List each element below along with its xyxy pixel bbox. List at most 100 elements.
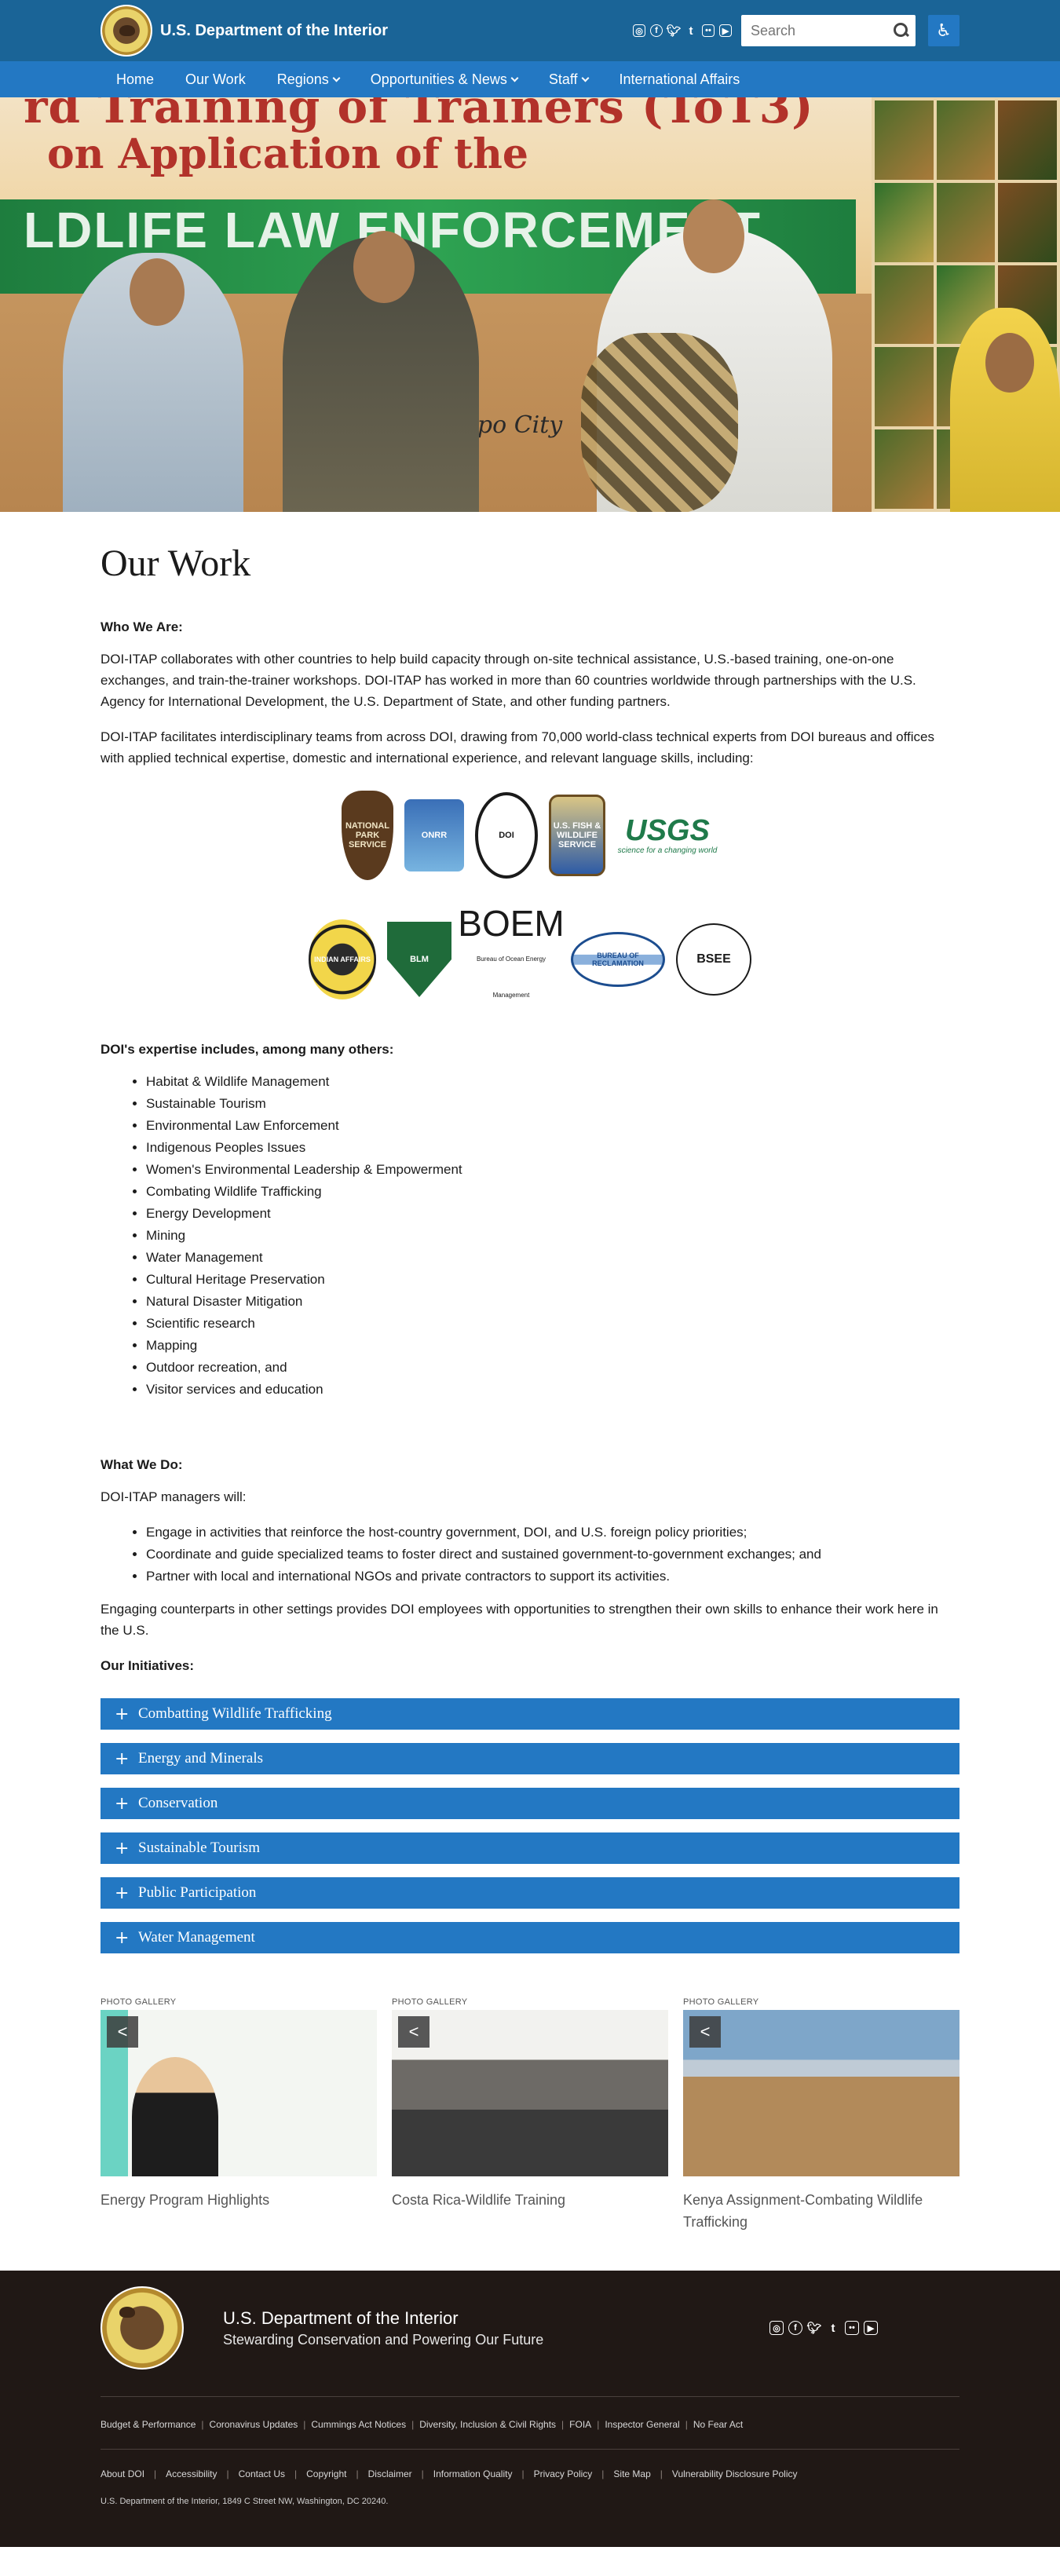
page-title: Our Work bbox=[101, 543, 251, 584]
hero-banner-line2: on Application of the bbox=[47, 130, 528, 178]
footer-links-primary: Budget & Performance | Coronavirus Update… bbox=[101, 2419, 744, 2430]
hero-person-head bbox=[130, 258, 185, 326]
footer-link[interactable]: No Fear Act bbox=[693, 2419, 743, 2430]
nav-home[interactable]: Home bbox=[101, 61, 170, 97]
bsee-logo: BSEE bbox=[676, 923, 751, 996]
nav-our-work[interactable]: Our Work bbox=[170, 61, 261, 97]
accordion-combatting-wildlife-trafficking[interactable]: + Combatting Wildlife Trafficking bbox=[101, 1698, 959, 1730]
hero-image: rd Training of Trainers (ToT3) on Applic… bbox=[0, 97, 1060, 512]
youtube-icon[interactable]: ▶ bbox=[719, 24, 732, 37]
footer-doi-seal-logo[interactable] bbox=[101, 2286, 184, 2370]
footer-link[interactable]: Cummings Act Notices bbox=[311, 2419, 406, 2430]
instagram-icon[interactable]: ◎ bbox=[769, 2321, 784, 2335]
footer-link[interactable]: Inspector General bbox=[605, 2419, 679, 2430]
nav-label: Staff bbox=[548, 71, 578, 87]
list-item: Outdoor recreation, and bbox=[146, 1357, 959, 1379]
gallery-photo[interactable]: < bbox=[101, 2010, 377, 2176]
youtube-icon[interactable]: ▶ bbox=[864, 2321, 878, 2335]
footer-link[interactable]: Site Map bbox=[613, 2468, 650, 2479]
gallery-caption[interactable]: Energy Program Highlights bbox=[101, 2189, 377, 2211]
facebook-icon[interactable]: f bbox=[788, 2321, 802, 2335]
twitter-icon[interactable]: 🐦︎ bbox=[806, 2321, 821, 2335]
list-item: Visitor services and education bbox=[146, 1379, 959, 1401]
footer-link[interactable]: Vulnerability Disclosure Policy bbox=[672, 2468, 798, 2479]
share-icon[interactable]: < bbox=[398, 2016, 429, 2048]
list-item: Combating Wildlife Trafficking bbox=[146, 1181, 959, 1203]
gallery-caption[interactable]: Kenya Assignment-Combating Wildlife Traf… bbox=[683, 2189, 959, 2233]
footer-link[interactable]: Accessibility bbox=[166, 2468, 217, 2479]
facebook-icon[interactable]: f bbox=[650, 24, 663, 37]
search-icon[interactable] bbox=[894, 23, 909, 38]
plus-icon: + bbox=[115, 1793, 130, 1814]
accordion-public-participation[interactable]: + Public Participation bbox=[101, 1877, 959, 1909]
footer-link[interactable]: Information Quality bbox=[433, 2468, 513, 2479]
boem-wordmark: BOEM bbox=[458, 903, 565, 944]
reclamation-logo: BUREAU OF RECLAMATION bbox=[571, 932, 665, 987]
list-item: Energy Development bbox=[146, 1203, 959, 1225]
footer-link[interactable]: Privacy Policy bbox=[534, 2468, 593, 2479]
twitter-icon[interactable]: 🐦︎ bbox=[666, 24, 681, 38]
plus-icon: + bbox=[115, 1704, 130, 1724]
gallery-caption[interactable]: Costa Rica-Wildlife Training bbox=[392, 2189, 668, 2211]
tumblr-icon[interactable]: t bbox=[685, 24, 697, 38]
site-footer: U.S. Department of the Interior Stewardi… bbox=[0, 2271, 1060, 2547]
chevron-down-icon bbox=[332, 74, 341, 82]
plus-icon: + bbox=[115, 1883, 130, 1903]
chevron-down-icon bbox=[581, 74, 589, 82]
footer-link[interactable]: Contact Us bbox=[239, 2468, 285, 2479]
gallery-photo[interactable]: < bbox=[392, 2010, 668, 2176]
nav-label: Home bbox=[116, 71, 155, 87]
search-input[interactable] bbox=[751, 22, 884, 39]
hero-banner-line1: rd Training of Trainers (ToT3) bbox=[24, 97, 814, 133]
instagram-icon[interactable]: ◎ bbox=[633, 24, 645, 37]
usgs-tagline: science for a changing world bbox=[617, 846, 718, 855]
footer-link[interactable]: FOIA bbox=[569, 2419, 591, 2430]
list-item: Mapping bbox=[146, 1335, 959, 1357]
footer-link[interactable]: Disclaimer bbox=[368, 2468, 412, 2479]
footer-link[interactable]: Budget & Performance bbox=[101, 2419, 196, 2430]
footer-tagline: Stewarding Conservation and Powering Our… bbox=[223, 2331, 544, 2348]
tumblr-icon[interactable]: t bbox=[826, 2321, 840, 2335]
gallery-card[interactable]: PHOTO GALLERY < Costa Rica-Wildlife Trai… bbox=[392, 1997, 668, 2233]
list-item: Partner with local and international NGO… bbox=[146, 1566, 959, 1588]
nav-label: Regions bbox=[276, 71, 329, 87]
footer-site-name: U.S. Department of the Interior bbox=[223, 2307, 459, 2328]
accordion-conservation[interactable]: + Conservation bbox=[101, 1788, 959, 1819]
accordion-label: Public Participation bbox=[138, 1884, 257, 1901]
footer-link[interactable]: Coronavirus Updates bbox=[210, 2419, 298, 2430]
site-title[interactable]: U.S. Department of the Interior bbox=[160, 22, 388, 40]
gallery-card[interactable]: PHOTO GALLERY < Kenya Assignment-Combati… bbox=[683, 1997, 959, 2233]
accessibility-icon[interactable]: ♿︎ bbox=[928, 15, 959, 46]
gallery-photo[interactable]: < bbox=[683, 2010, 959, 2176]
accordion-sustainable-tourism[interactable]: + Sustainable Tourism bbox=[101, 1832, 959, 1864]
share-icon[interactable]: < bbox=[689, 2016, 721, 2048]
social-links: ◎ f 🐦︎ t •• ▶ bbox=[633, 24, 732, 38]
accordion-label: Energy and Minerals bbox=[138, 1750, 263, 1767]
nav-opportunities-news[interactable]: Opportunities & News bbox=[355, 61, 533, 97]
who-we-are-heading: Who We Are: bbox=[101, 619, 183, 634]
footer-link[interactable]: About DOI bbox=[101, 2468, 144, 2479]
list-item: Sustainable Tourism bbox=[146, 1093, 959, 1115]
gallery-card[interactable]: PHOTO GALLERY < Energy Program Highlight… bbox=[101, 1997, 377, 2233]
nav-international-affairs[interactable]: International Affairs bbox=[604, 61, 756, 97]
list-item: Natural Disaster Mitigation bbox=[146, 1291, 959, 1313]
list-item: Environmental Law Enforcement bbox=[146, 1115, 959, 1137]
footer-link[interactable]: Copyright bbox=[306, 2468, 346, 2479]
list-item: Scientific research bbox=[146, 1313, 959, 1335]
list-item: Indigenous Peoples Issues bbox=[146, 1137, 959, 1159]
accordion-water-management[interactable]: + Water Management bbox=[101, 1922, 959, 1953]
hero-person-head bbox=[683, 199, 744, 273]
onrr-logo: ONRR bbox=[404, 799, 464, 871]
nav-staff[interactable]: Staff bbox=[533, 61, 604, 97]
nav-regions[interactable]: Regions bbox=[261, 61, 355, 97]
accordion-energy-and-minerals[interactable]: + Energy and Minerals bbox=[101, 1743, 959, 1774]
gallery-kicker: PHOTO GALLERY bbox=[683, 1997, 759, 2007]
flickr-icon[interactable]: •• bbox=[702, 24, 715, 37]
list-item: Women's Environmental Leadership & Empow… bbox=[146, 1159, 959, 1181]
flickr-icon[interactable]: •• bbox=[845, 2321, 859, 2335]
share-icon[interactable]: < bbox=[107, 2016, 138, 2048]
doi-seal-logo[interactable] bbox=[101, 5, 152, 57]
gallery-kicker: PHOTO GALLERY bbox=[101, 1997, 177, 2007]
footer-link[interactable]: Diversity, Inclusion & Civil Rights bbox=[419, 2419, 556, 2430]
usgs-logo: USGS science for a changing world bbox=[616, 808, 718, 863]
